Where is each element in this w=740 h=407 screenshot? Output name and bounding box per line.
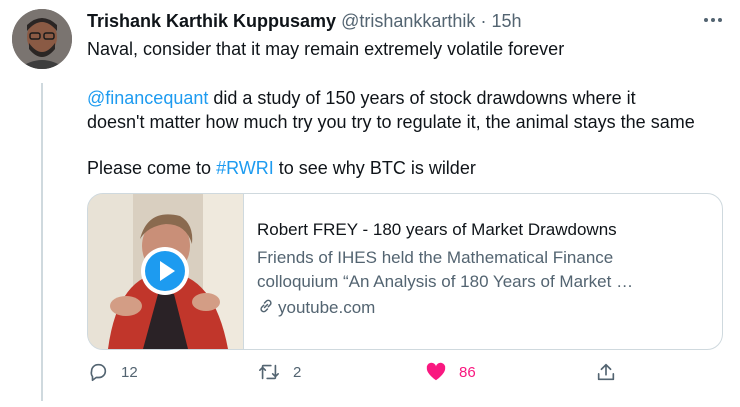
tweet-text-line-2: @financequant did a study of 150 years o… [87,86,727,110]
tweet-text-segment: did a study of 150 years of stock drawdo… [208,88,636,108]
avatar[interactable] [12,9,72,69]
tweet-timestamp[interactable]: 15h [491,11,521,31]
avatar-image [12,9,72,69]
link-preview-card[interactable]: Robert FREY - 180 years of Market Drawdo… [87,193,723,350]
author-name[interactable]: Trishank Karthik Kuppusamy [87,11,336,31]
link-icon [260,299,272,313]
reply-icon [90,363,107,382]
card-description-line-1: Friends of IHES held the Mathematical Fi… [257,248,614,267]
tweet-actions: 12 2 86 [87,361,627,385]
retweet-count: 2 [293,363,302,381]
like-button[interactable]: 86 [425,361,476,383]
reply-count: 12 [121,363,138,381]
heart-icon [426,362,446,381]
hashtag-link[interactable]: #RWRI [216,158,274,178]
more-icon [704,18,722,22]
card-description: Friends of IHES held the Mathematical Fi… [257,246,633,294]
tweet-text-line-1: Naval, consider that it may remain extre… [87,39,565,59]
tweet-text-segment: to see why BTC is wilder [273,158,476,178]
card-domain: youtube.com [257,297,375,318]
mention-link[interactable]: @financequant [87,88,208,108]
tweet-text-line-3: doesn't matter how much try you try to r… [87,112,695,132]
card-domain-text: youtube.com [278,298,376,317]
card-description-line-2: colloquium “An Analysis of 180 Years of … [257,272,634,291]
like-count: 86 [459,363,476,381]
share-icon [597,363,615,381]
more-options-button[interactable] [700,10,726,30]
separator-dot: · [480,11,487,31]
play-icon[interactable] [140,246,190,296]
thread-line [41,83,43,401]
share-button[interactable] [595,361,629,383]
author-handle[interactable]: @trishankkarthik [341,11,475,31]
retweet-icon [259,364,279,380]
tweet-text-line-4: Please come to #RWRI to see why BTC is w… [87,156,727,180]
video-thumbnail[interactable] [88,194,244,349]
card-title: Robert FREY - 180 years of Market Drawdo… [257,220,617,239]
tweet-header: Trishank Karthik Kuppusamy @trishankkart… [87,10,522,32]
tweet-text-segment: Please come to [87,158,217,178]
retweet-button[interactable]: 2 [257,361,301,383]
reply-button[interactable]: 12 [87,361,138,383]
